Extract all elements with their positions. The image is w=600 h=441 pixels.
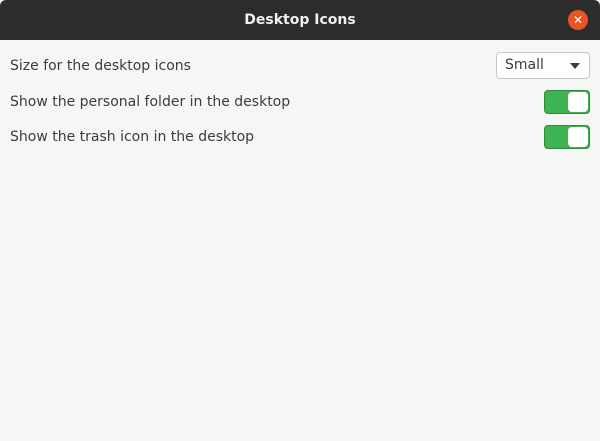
dropdown-value: Small (505, 57, 544, 73)
setting-icon-size: Size for the desktop icons Small (10, 52, 590, 80)
window-title: Desktop Icons (244, 12, 356, 28)
title-bar: Desktop Icons ✕ (0, 0, 600, 40)
setting-label: Size for the desktop icons (10, 58, 191, 74)
close-icon: ✕ (572, 13, 584, 27)
setting-label: Show the personal folder in the desktop (10, 94, 291, 110)
toggle-knob (568, 92, 588, 112)
close-button[interactable]: ✕ (568, 10, 588, 30)
trash-icon-toggle[interactable] (544, 125, 590, 149)
icon-size-dropdown[interactable]: Small (496, 52, 590, 79)
setting-label: Show the trash icon in the desktop (10, 129, 255, 145)
setting-trash-icon: Show the trash icon in the desktop (10, 123, 590, 151)
chevron-down-icon (570, 63, 580, 69)
personal-folder-toggle[interactable] (544, 90, 590, 114)
toggle-knob (568, 127, 588, 147)
setting-personal-folder: Show the personal folder in the desktop (10, 88, 590, 116)
